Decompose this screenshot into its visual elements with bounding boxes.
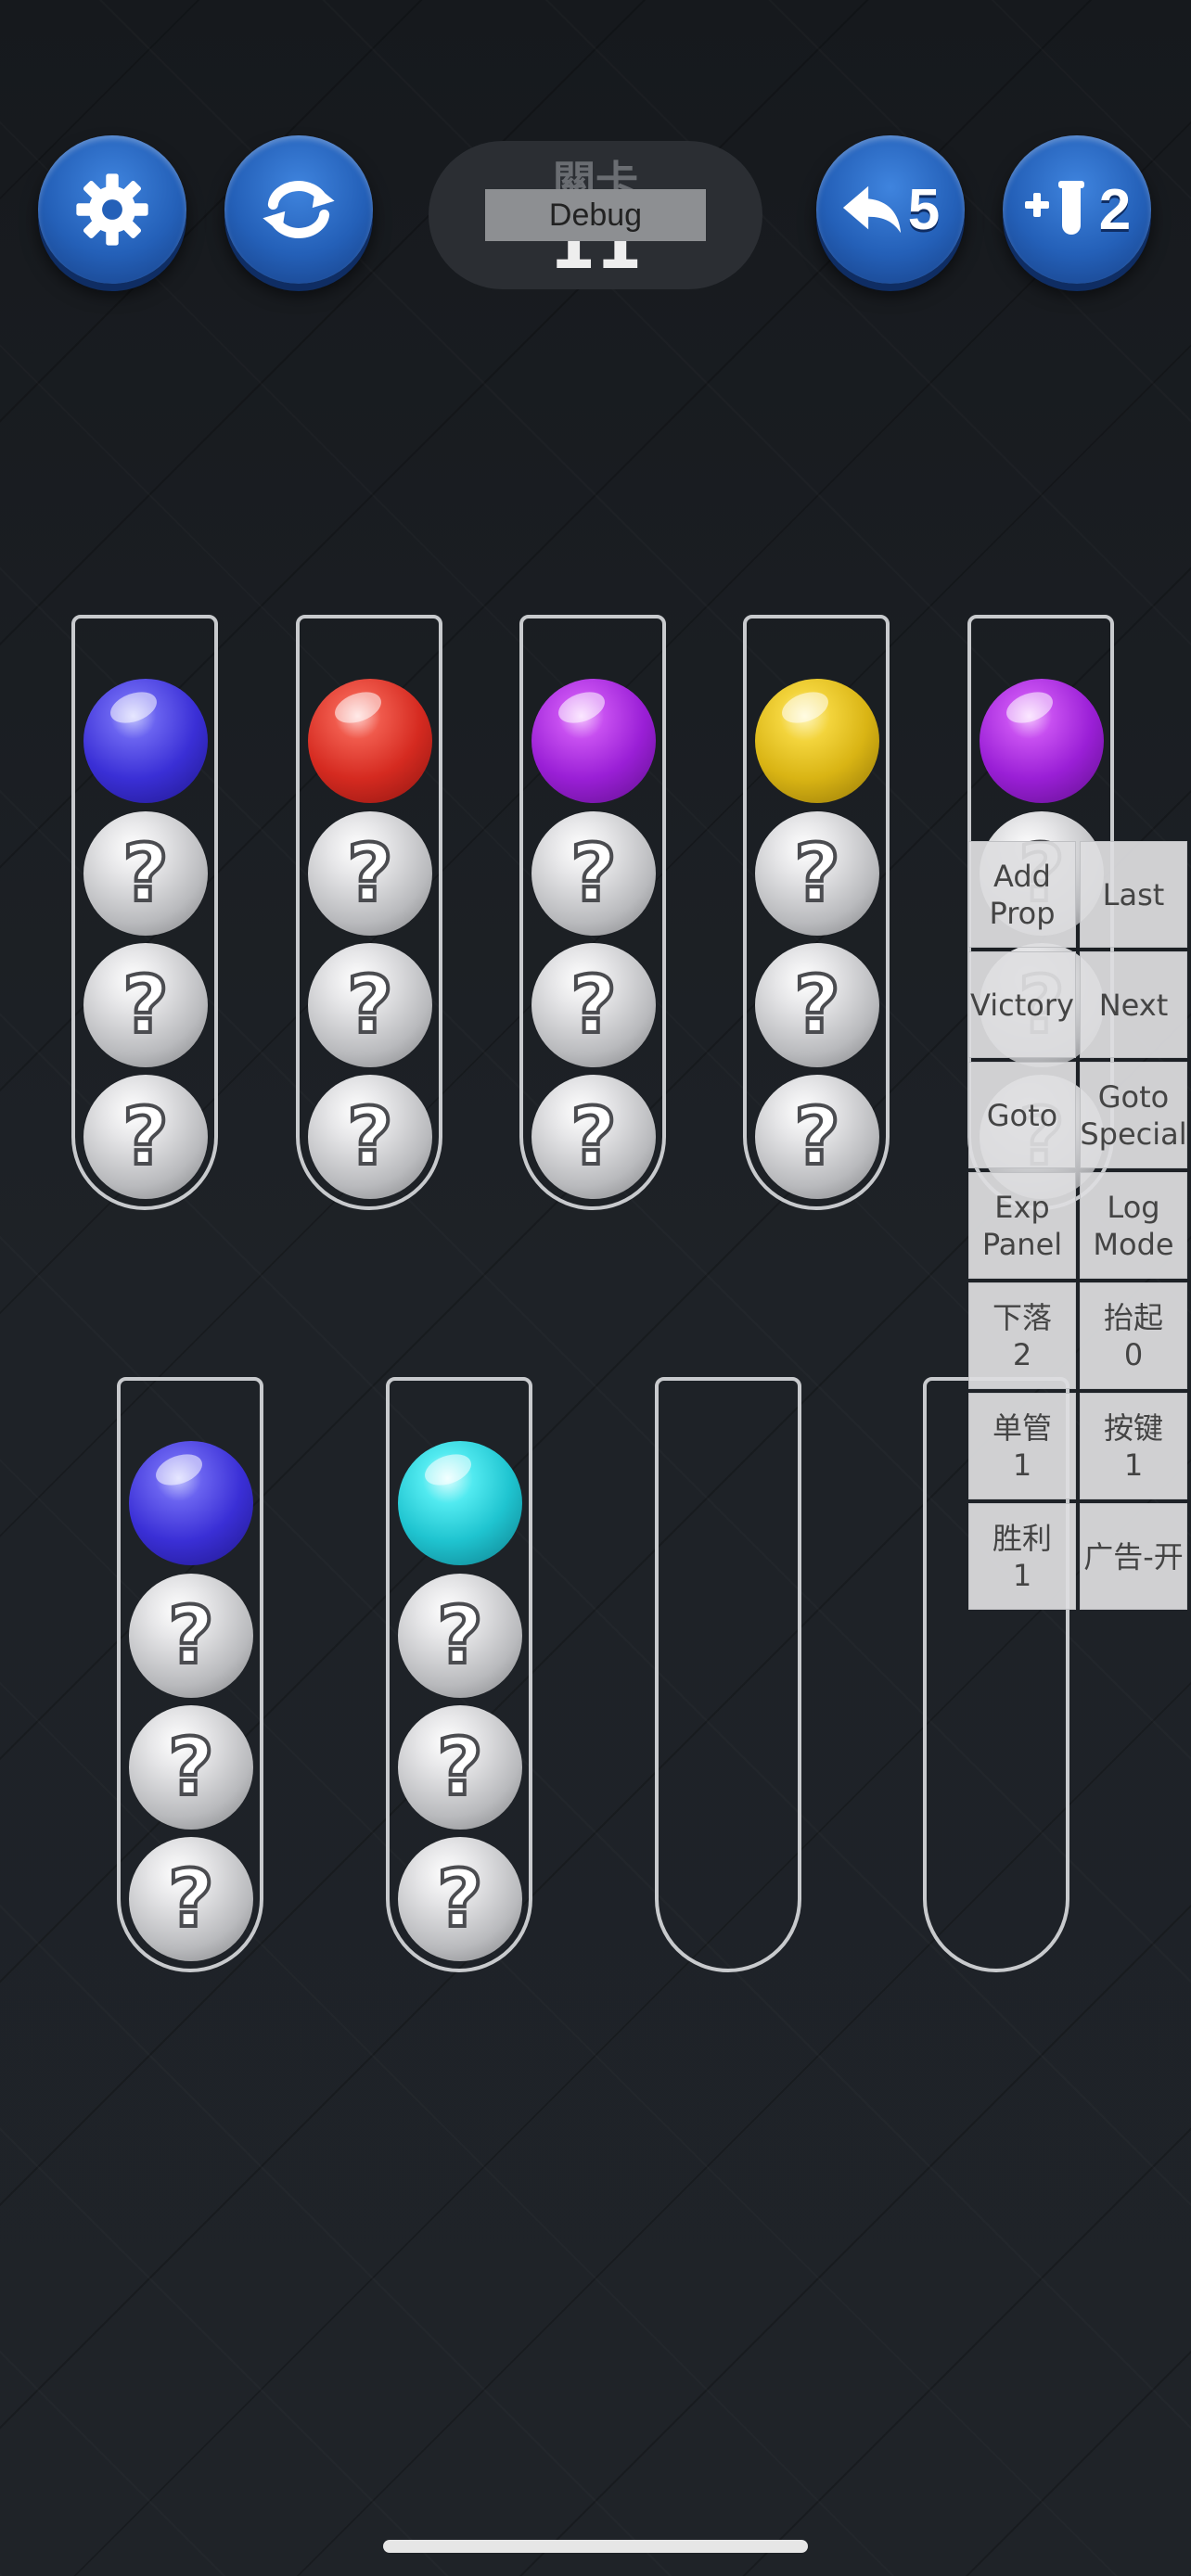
question-mark-icon: ?	[569, 959, 619, 1052]
question-mark-icon: ?	[792, 959, 842, 1052]
question-mark-icon: ?	[435, 1721, 485, 1814]
debug-button-3[interactable]: Victory	[968, 951, 1076, 1058]
cyan-ball	[398, 1441, 522, 1565]
hidden-ball: ?	[755, 943, 879, 1067]
hidden-ball: ?	[531, 943, 656, 1067]
blue-ball	[129, 1441, 253, 1565]
undo-count: 5	[907, 177, 941, 242]
hidden-ball: ?	[129, 1705, 253, 1830]
gear-icon	[73, 171, 151, 249]
question-mark-icon: ?	[166, 1721, 216, 1814]
question-mark-icon: ?	[345, 959, 395, 1052]
debug-button-9[interactable]: 下落 2	[968, 1282, 1076, 1389]
question-mark-icon: ?	[345, 1090, 395, 1183]
hidden-ball: ?	[531, 811, 656, 936]
debug-button-6[interactable]: Goto Special	[1080, 1062, 1187, 1168]
home-indicator[interactable]	[383, 2540, 808, 2553]
debug-button-4[interactable]: Next	[1080, 951, 1187, 1058]
question-mark-icon: ?	[121, 1090, 171, 1183]
hidden-ball: ?	[755, 811, 879, 936]
hidden-ball: ?	[308, 1075, 432, 1199]
debug-button-1[interactable]: Add Prop	[968, 841, 1076, 948]
hidden-ball: ?	[531, 1075, 656, 1199]
hidden-ball: ?	[308, 943, 432, 1067]
hidden-ball: ?	[83, 1075, 208, 1199]
question-mark-icon: ?	[435, 1853, 485, 1945]
question-mark-icon: ?	[121, 959, 171, 1052]
debug-button-11[interactable]: 单管 1	[968, 1393, 1076, 1499]
hidden-ball: ?	[398, 1837, 522, 1961]
ball-highlight	[330, 686, 386, 729]
hidden-ball: ?	[308, 811, 432, 936]
tube-8[interactable]	[655, 1377, 801, 1972]
question-mark-icon: ?	[166, 1589, 216, 1682]
question-mark-icon: ?	[569, 827, 619, 920]
debug-button-2[interactable]: Last	[1080, 841, 1187, 948]
hidden-ball: ?	[83, 943, 208, 1067]
tube-7[interactable]: ???	[386, 1377, 532, 1972]
question-mark-icon: ?	[569, 1090, 619, 1183]
tube-3[interactable]: ???	[519, 615, 666, 1210]
question-mark-icon: ?	[792, 827, 842, 920]
question-mark-icon: ?	[792, 1090, 842, 1183]
refresh-icon	[256, 167, 341, 252]
tube-6[interactable]: ???	[117, 1377, 263, 1972]
undo-arrow-icon	[841, 182, 904, 237]
hidden-ball: ?	[83, 811, 208, 936]
hidden-ball: ?	[755, 1075, 879, 1199]
yellow-ball	[755, 679, 879, 803]
hidden-ball: ?	[129, 1574, 253, 1698]
ball-highlight	[106, 686, 161, 729]
debug-button-10[interactable]: 抬起 0	[1080, 1282, 1187, 1389]
ball-highlight	[151, 1448, 207, 1491]
ball-highlight	[777, 686, 833, 729]
add-tube-icon	[1023, 177, 1094, 242]
hidden-ball: ?	[129, 1837, 253, 1961]
hidden-ball: ?	[398, 1574, 522, 1698]
blue-ball	[83, 679, 208, 803]
red-ball	[308, 679, 432, 803]
tube-4[interactable]: ???	[743, 615, 890, 1210]
ball-highlight	[420, 1448, 476, 1491]
debug-button-8[interactable]: Log Mode	[1080, 1172, 1187, 1279]
ball-highlight	[1002, 686, 1057, 729]
level-indicator: 關卡 11 Debug	[429, 141, 762, 289]
tube-1[interactable]: ???	[71, 615, 218, 1210]
question-mark-icon: ?	[345, 827, 395, 920]
add-tube-count: 2	[1098, 177, 1132, 242]
purple-ball	[531, 679, 656, 803]
debug-button-13[interactable]: 胜利 1	[968, 1503, 1076, 1610]
hidden-ball: ?	[398, 1705, 522, 1830]
question-mark-icon: ?	[435, 1589, 485, 1682]
add-tube-button[interactable]: 2	[1003, 135, 1151, 284]
debug-button-12[interactable]: 按键 1	[1080, 1393, 1187, 1499]
debug-button-7[interactable]: Exp Panel	[968, 1172, 1076, 1279]
debug-button-14[interactable]: 广告-开	[1080, 1503, 1187, 1610]
settings-button[interactable]	[38, 135, 186, 284]
question-mark-icon: ?	[166, 1853, 216, 1945]
tube-2[interactable]: ???	[296, 615, 442, 1210]
debug-button-5[interactable]: Goto	[968, 1062, 1076, 1168]
question-mark-icon: ?	[121, 827, 171, 920]
purple-ball	[980, 679, 1104, 803]
restart-button[interactable]	[224, 135, 373, 284]
debug-label[interactable]: Debug	[485, 189, 706, 241]
undo-button[interactable]: 5	[816, 135, 965, 284]
ball-highlight	[554, 686, 609, 729]
